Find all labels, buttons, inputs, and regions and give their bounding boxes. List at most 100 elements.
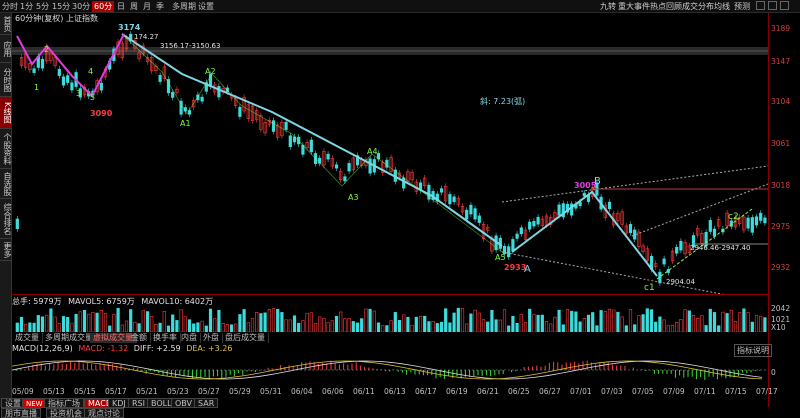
volume-bar [259, 313, 263, 332]
volume-bar [246, 322, 250, 332]
candle [750, 217, 754, 233]
tab-settings[interactable]: 设置 [198, 1, 214, 12]
tab-inner[interactable]: 内盘 [178, 333, 201, 343]
kline-chart[interactable]: 3174 174.27 3156.17-3150.63 3090 斜: 7.23… [12, 24, 768, 294]
volume-bar [679, 319, 683, 332]
candle [679, 240, 683, 251]
volume-bar [108, 325, 112, 332]
btn-major-events[interactable]: 重大事件 [618, 1, 650, 12]
nav-timeshare[interactable]: 分时图 [0, 63, 12, 97]
nav-apps[interactable]: 应用 [0, 35, 12, 63]
tab-month[interactable]: 月 [143, 1, 151, 12]
volume-bar [738, 312, 742, 332]
volume-bar [460, 308, 465, 332]
volume-bar [507, 325, 511, 332]
bottom-rsi[interactable]: RSI [128, 398, 149, 408]
tab-30min[interactable]: 30分 [72, 1, 90, 12]
candle [473, 208, 477, 220]
tab-15min[interactable]: 15分 [52, 1, 70, 12]
tab-day[interactable]: 日 [117, 1, 125, 12]
diff-value: DIFF: +2.59 [133, 344, 181, 353]
tab-multi-volume[interactable]: 多周期成交量 [42, 333, 97, 343]
tab-1min[interactable]: 1分 [20, 1, 33, 12]
volume-bar [87, 313, 91, 332]
volume-bar [372, 310, 376, 332]
date-tick: 07/15 [725, 387, 747, 396]
volume-bar [603, 310, 607, 332]
nav-stock-info[interactable]: 个股资料 [0, 129, 12, 169]
volume-bar [57, 323, 61, 332]
volume-bar [561, 324, 565, 332]
volume-bar [141, 310, 145, 332]
volume-bar [620, 316, 624, 332]
tab-fenshi[interactable]: 分时 [2, 1, 18, 12]
candle [32, 68, 36, 73]
date-tick: 06/13 [384, 387, 406, 396]
btn-ma[interactable]: 均线 [714, 1, 730, 12]
close-icon[interactable] [780, 1, 789, 10]
btn-hot-review[interactable]: 热点回顾 [650, 1, 682, 12]
volume-bar [334, 316, 339, 332]
tab-5min[interactable]: 5分 [36, 1, 49, 12]
volume-bar [549, 323, 553, 332]
volume-bar [347, 318, 351, 332]
footer-live[interactable]: 朋市直播 [1, 408, 41, 418]
btn-forecast[interactable]: 预测 [734, 1, 750, 12]
candle [465, 209, 469, 220]
date-tick: 06/21 [477, 387, 499, 396]
volume-bar [595, 325, 599, 332]
volume-bar [129, 309, 133, 332]
footer-opportunity[interactable]: 投资机会 [46, 408, 86, 418]
volume-bar [385, 325, 389, 332]
nav-home[interactable]: 首页 [0, 13, 12, 35]
volume-bar [565, 309, 570, 332]
bottom-indicator-square[interactable]: 指标广场 [44, 398, 84, 408]
tab-season[interactable]: 季 [156, 1, 164, 12]
nav-more[interactable]: 更多 [0, 239, 12, 261]
tab-outer[interactable]: 外盘 [200, 333, 223, 343]
volume-bar [431, 321, 435, 332]
tab-volume[interactable]: 成交量 [12, 333, 43, 343]
volume-bar [557, 309, 561, 332]
nav-kline[interactable]: K线图 [0, 97, 12, 129]
bottom-sar[interactable]: SAR [194, 398, 219, 408]
peak-label: 3174 [118, 24, 141, 32]
slope-text: 斜: 7.23(弧) [480, 96, 525, 106]
volume-bar [570, 310, 574, 332]
volume-bar [670, 324, 675, 332]
volume-bar [238, 314, 242, 332]
volume-bar [427, 321, 431, 332]
tab-turnover[interactable]: 换手率 [150, 333, 181, 343]
bottom-obv[interactable]: OBV [171, 398, 197, 408]
volume-bar [393, 312, 397, 332]
price-axis: 3189 3147 3104 3061 3018 2975 2932 2042 … [768, 13, 800, 407]
tab-60min[interactable]: 60分 [92, 1, 115, 12]
btn-jiuzhuan[interactable]: 九转 [600, 1, 616, 12]
candle [171, 92, 175, 98]
candle [347, 163, 351, 172]
bottom-kdj[interactable]: KDJ [108, 398, 130, 408]
candle [57, 68, 61, 76]
nav-ranking[interactable]: 综合排名 [0, 199, 12, 239]
volume-bar [410, 324, 414, 332]
volume-bar [708, 308, 712, 332]
tab-amount[interactable]: 金额 [128, 333, 151, 343]
nav-watchlist[interactable]: 自选股 [0, 169, 12, 199]
minimize-icon[interactable] [756, 1, 765, 10]
volume-bar [61, 316, 66, 332]
price-tick: 3147 [771, 57, 791, 66]
date-tick: 05/29 [229, 387, 251, 396]
btn-volume-dist[interactable]: 成交分布 [682, 1, 714, 12]
candles-group [15, 31, 767, 286]
footer-discussion[interactable]: 观点讨论 [84, 408, 124, 418]
tab-week[interactable]: 周 [130, 1, 138, 12]
volume-bar [553, 316, 557, 332]
tab-after-hours[interactable]: 盘后成交量 [222, 333, 269, 343]
restore-icon[interactable] [768, 1, 777, 10]
volume-bar [574, 311, 578, 332]
left-nav: 首页 应用 分时图 K线图 个股资料 自选股 综合排名 更多 [0, 13, 12, 407]
tab-multi-period[interactable]: 多周期 [172, 1, 196, 12]
volume-bar [444, 308, 448, 332]
wave-label-3: 3 [76, 89, 81, 98]
volume-bar [133, 321, 137, 332]
